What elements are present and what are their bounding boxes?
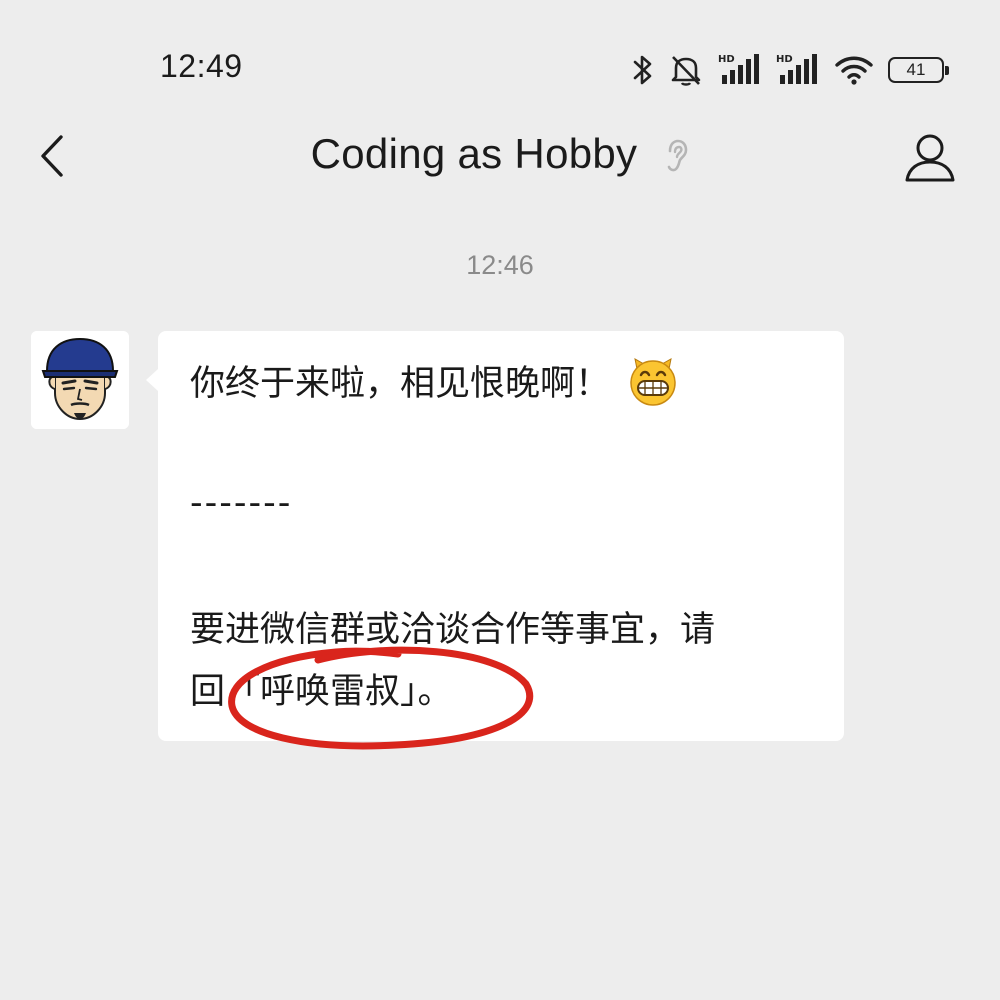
person-icon [905,134,955,182]
message-divider: ------- [190,483,293,523]
status-time: 12:49 [160,48,243,84]
battery-level: 41 [906,60,926,79]
svg-text:HD: HD [776,54,793,65]
message-timestamp: 12:46 [466,250,534,280]
grinning-face-emoji [630,358,676,406]
bluetooth-icon [633,55,652,85]
svg-text:HD: HD [718,54,735,65]
wifi-icon [835,56,873,85]
battery-icon: 41 [888,57,949,83]
message-bubble[interactable]: 你终于来啦，相见恨晚啊！ ------- 要进微信群或洽谈合作等事宜，请 回「呼… [146,331,844,741]
chat-screen: 12:49 HD HD 41 Coding as Hobby 12:46 你终于… [0,0,1000,1000]
chat-title[interactable]: Coding as Hobby [311,130,638,178]
avatar-illustration [31,331,129,429]
hd-signal-icon: HD [776,54,817,84]
status-icons: HD HD 41 [632,48,949,92]
message-text: 回「呼唤雷叔」。 [190,672,453,712]
hd-signal-icon: HD [718,54,759,84]
muted-bell-icon [671,56,701,86]
title-wrap: Coding as Hobby [0,130,1000,178]
message-text: 要进微信群或洽谈合作等事宜，请 [190,610,716,650]
message-line: 你终于来啦，相见恨晚啊！ [190,357,679,411]
ear-icon [668,139,688,172]
message-text: 你终于来啦，相见恨晚啊！ [190,364,611,404]
profile-button[interactable] [898,126,962,190]
sender-avatar[interactable] [31,331,129,429]
chat-header: Coding as Hobby [0,110,1000,206]
